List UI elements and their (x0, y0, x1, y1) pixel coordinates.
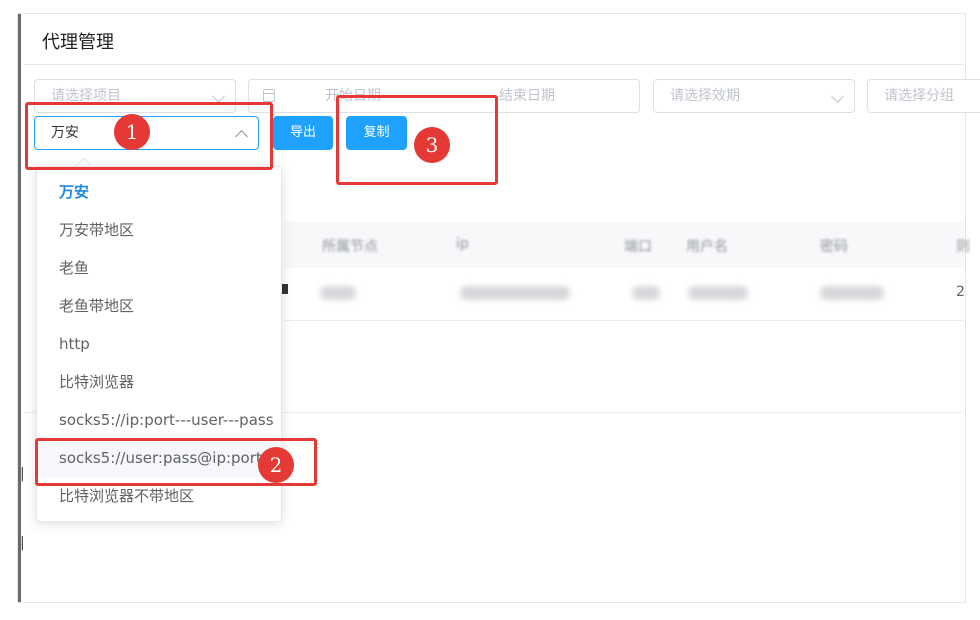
table-row[interactable]: 2 (280, 268, 965, 321)
group-select-placeholder: 请选择分组 (884, 88, 954, 104)
option-http[interactable]: http (37, 325, 281, 363)
node-cell (320, 286, 356, 300)
column-header-username: 用户名 (686, 239, 728, 255)
column-header-extra: 则 (956, 239, 970, 255)
option-socks5-ip-port-user-pass[interactable]: socks5://ip:port---user---pass (37, 401, 281, 439)
option-bit-browser[interactable]: 比特浏览器 (37, 363, 281, 401)
chevron-down-icon (212, 90, 225, 103)
annotation-badge-2: 2 (258, 447, 294, 483)
option-laoyu[interactable]: 老鱼 (37, 249, 281, 287)
option-laoyu-region[interactable]: 老鱼带地区 (37, 287, 281, 325)
option-wanan-region[interactable]: 万安带地区 (37, 211, 281, 249)
username-cell (688, 286, 748, 300)
validity-select-placeholder: 请选择效期 (670, 88, 740, 104)
annotation-badge-1: 1 (114, 114, 150, 150)
ip-cell (460, 286, 570, 300)
column-header-password: 密码 (820, 239, 848, 255)
export-button[interactable]: 导出 (273, 116, 333, 150)
option-wanan[interactable]: 万安 (37, 173, 281, 211)
title-divider (24, 64, 964, 65)
extra-cell: 2 (956, 284, 965, 300)
password-cell (820, 286, 884, 300)
left-edge-mark: | (20, 466, 25, 482)
annotation-badge-3: 3 (414, 127, 450, 163)
column-header-node: 所属节点 (322, 239, 378, 255)
left-edge-mark: | (20, 535, 25, 551)
table-header: 所属节点 ip 端口 用户名 密码 则 (284, 222, 970, 268)
page-title: 代理管理 (42, 32, 114, 53)
calendar-icon (263, 89, 275, 102)
end-date-placeholder: 结束日期 (499, 88, 555, 104)
group-select[interactable]: 请选择分组 (867, 79, 980, 113)
port-cell (632, 286, 660, 300)
chevron-down-icon (831, 90, 844, 103)
column-header-port: 端口 (624, 239, 652, 255)
validity-select[interactable]: 请选择效期 (653, 79, 855, 113)
column-header-ip: ip (456, 236, 469, 252)
